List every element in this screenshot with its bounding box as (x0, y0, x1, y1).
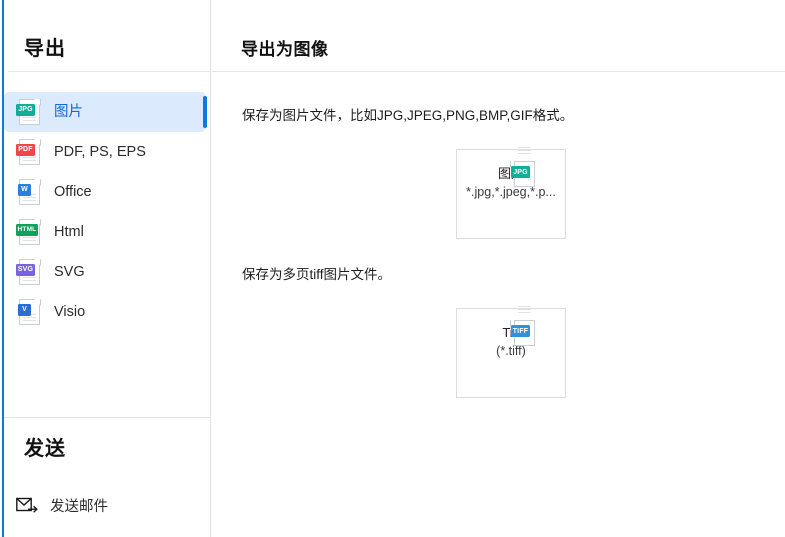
sidebar-item-image[interactable]: JPG 图片 (4, 92, 207, 132)
sidebar-item-label: Visio (54, 304, 86, 320)
sidebar-item-label: SVG (54, 264, 85, 280)
sidebar-selection-indicator (203, 96, 207, 128)
sidebar-item-visio[interactable]: V Visio (4, 292, 210, 332)
jpg-file-icon-badge: JPG (16, 103, 35, 116)
office-file-icon-badge: W (18, 183, 31, 196)
tiff-section-description: 保存为多页tiff图片文件。 (242, 267, 392, 282)
sidebar-item-label: 图片 (54, 104, 83, 120)
sidebar-item-svg[interactable]: SVG SVG (4, 252, 210, 292)
sidebar-format-list: JPG 图片 PDF PDF, PS, EPS W Office HTML Ht… (4, 92, 210, 332)
jpg-file-icon: JPG (16, 98, 41, 127)
format-card-extensions: *.jpg,*.jpeg,*.p... (466, 185, 556, 199)
pdf-file-icon: PDF (16, 138, 41, 167)
main-panel: 导出为图像 保存为图片文件，比如JPG,JPEG,PNG,BMP,GIF格式。 … (212, 0, 785, 537)
send-mail-label: 发送邮件 (50, 498, 108, 515)
image-section-description: 保存为图片文件，比如JPG,JPEG,PNG,BMP,GIF格式。 (242, 108, 574, 123)
format-card-tiff[interactable]: TIFF Tiff (*.tiff) (456, 306, 566, 398)
sidebar-item-office[interactable]: W Office (4, 172, 210, 212)
office-file-icon: W (16, 178, 41, 207)
page-title: 导出为图像 (241, 40, 329, 59)
sidebar-item-html[interactable]: HTML Html (4, 212, 210, 252)
visio-file-icon-badge: V (18, 303, 31, 316)
sidebar-item-send-mail[interactable]: 发送邮件 (16, 491, 108, 519)
format-card-image[interactable]: JPG 图片 *.jpg,*.jpeg,*.p... (456, 147, 566, 239)
sidebar-item-label: Office (54, 184, 92, 200)
sidebar-item-label: PDF, PS, EPS (54, 144, 146, 160)
sidebar-header-divider (8, 71, 210, 72)
sidebar-item-pdf[interactable]: PDF PDF, PS, EPS (4, 132, 210, 172)
svg-file-icon-badge: SVG (16, 263, 35, 276)
sidebar-item-label: Html (54, 224, 84, 240)
svg-file-icon: SVG (16, 258, 41, 287)
visio-file-icon: V (16, 298, 41, 327)
sidebar: 导出 JPG 图片 PDF PDF, PS, EPS W Office HTML… (4, 0, 211, 537)
main-header-divider (212, 71, 785, 72)
pdf-file-icon-badge: PDF (16, 143, 35, 156)
send-section-title: 发送 (24, 438, 66, 460)
sidebar-section-divider (4, 417, 210, 418)
tiff-file-icon-badge: TIFF (511, 325, 530, 337)
html-file-icon: HTML (16, 218, 41, 247)
html-file-icon-badge: HTML (16, 223, 38, 236)
sidebar-title: 导出 (24, 38, 66, 60)
send-mail-icon (16, 497, 38, 513)
jpg-file-icon-badge: JPG (511, 166, 530, 178)
